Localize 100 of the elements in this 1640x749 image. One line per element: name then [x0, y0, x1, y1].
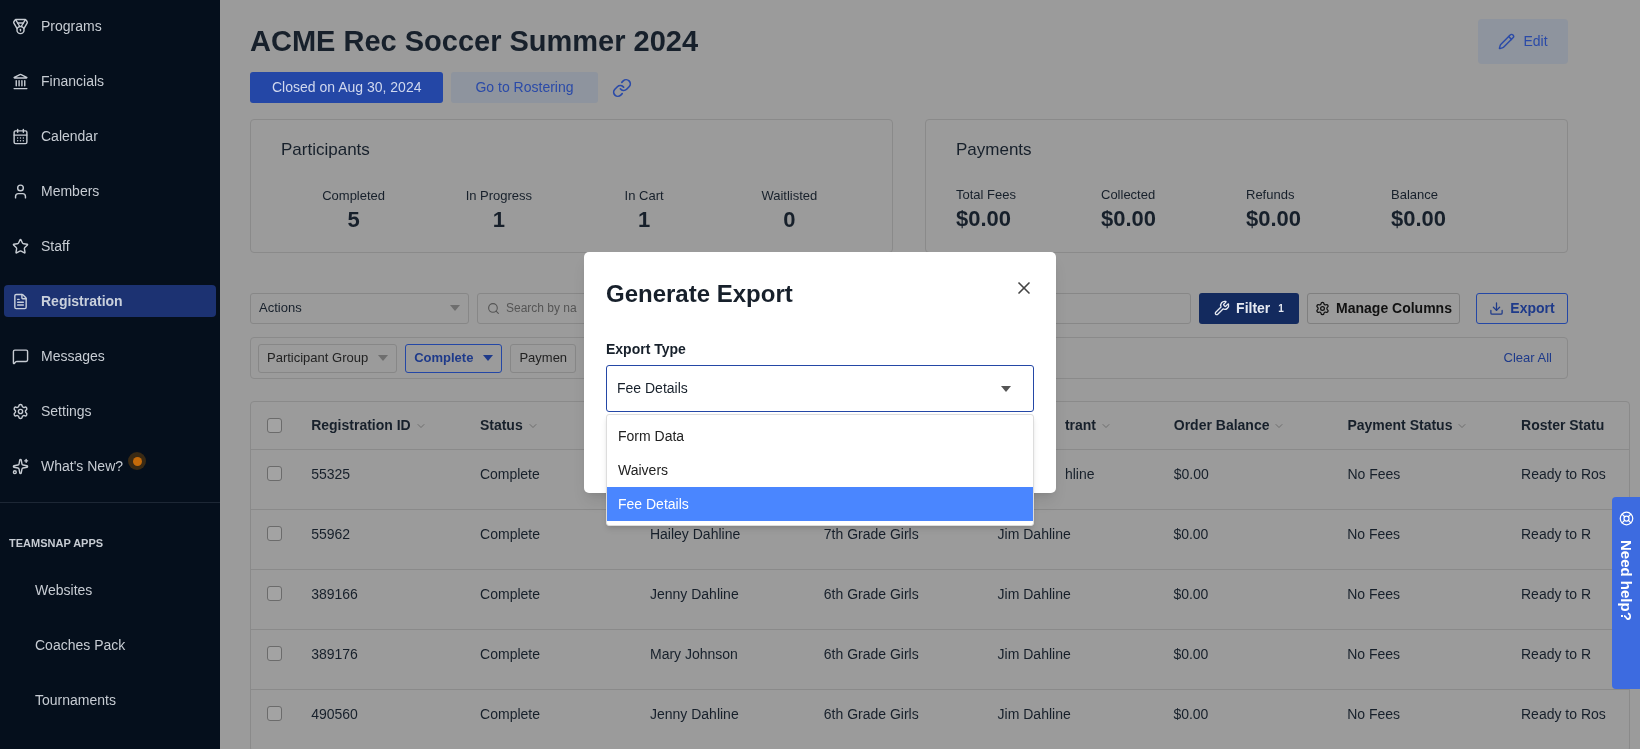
dropdown-option[interactable]: Fee Details: [607, 487, 1033, 521]
manage-columns-button[interactable]: Manage Columns: [1307, 292, 1460, 324]
stat-label: In Progress: [465, 186, 533, 205]
stat-value: $0.00: [1391, 205, 1447, 233]
column-header[interactable]: Registration ID: [311, 415, 411, 436]
checkbox[interactable]: [267, 418, 282, 433]
stat-value: 1: [638, 206, 651, 234]
table-cell: No Fees: [1347, 706, 1401, 722]
table-cell: 389176: [311, 646, 358, 662]
sidebar-item[interactable]: Programs: [4, 10, 216, 42]
table-cell: Complete: [480, 706, 540, 722]
search-icon: [487, 301, 500, 315]
sidebar-item[interactable]: Staff: [4, 230, 216, 262]
download-icon: [1489, 300, 1505, 316]
sidebar-item[interactable]: What's New?: [4, 450, 216, 482]
table-cell: No Fees: [1347, 586, 1401, 602]
stat-value: $0.00: [1246, 205, 1302, 233]
stat-value: $0.00: [956, 205, 1012, 233]
dropdown-option[interactable]: Form Data: [607, 419, 1033, 453]
sidebar-item[interactable]: Coaches Pack: [35, 629, 211, 662]
table-cell: Ready to Ros: [1521, 466, 1606, 482]
field-label: Export Type: [606, 340, 687, 359]
table-cell: Ready to R: [1521, 646, 1592, 662]
column-header[interactable]: Payment Status: [1347, 415, 1453, 436]
table-cell: 6th Grade Girls: [823, 646, 919, 662]
table-cell: Jim Dahline: [997, 526, 1071, 542]
page-title: ACME Rec Soccer Summer 2024: [250, 24, 699, 59]
filter-button[interactable]: Filter 1: [1199, 292, 1299, 324]
sidebar-item[interactable]: Messages: [4, 340, 216, 372]
export-type-select[interactable]: Fee Details: [606, 365, 1034, 412]
table-cell: No Fees: [1347, 466, 1401, 482]
stat-label: In Cart: [624, 186, 664, 205]
table-cell: Jenny Dahline: [649, 706, 739, 722]
stat-label: Completed: [322, 186, 386, 205]
sidebar-item[interactable]: Tournaments: [35, 684, 211, 717]
table-cell: $0.00: [1173, 526, 1209, 542]
table-cell: 389166: [311, 586, 358, 602]
checkbox[interactable]: [267, 526, 282, 541]
table-cell: Complete: [479, 466, 540, 482]
table-cell: Hailey Dahline: [649, 526, 741, 542]
table-cell: Ready to Ros: [1521, 706, 1606, 722]
column-header[interactable]: trant: [1064, 415, 1096, 436]
filter-chip[interactable]: Complete: [405, 343, 503, 373]
stat-value: $0.00: [1101, 205, 1157, 233]
stat-value: 0: [783, 206, 796, 234]
bank-icon: [12, 72, 29, 90]
card-title: Payments: [956, 139, 1033, 161]
caret-icon: [1001, 385, 1011, 392]
sparkles-icon: [12, 457, 29, 475]
table-cell: No Fees: [1347, 526, 1401, 542]
stat-label: Collected: [1101, 185, 1156, 204]
table-cell: Jim Dahline: [997, 646, 1071, 662]
sidebar-item[interactable]: Websites: [35, 574, 211, 607]
table-cell: hline: [1064, 466, 1095, 482]
sidebar-item[interactable]: Registration: [4, 285, 216, 317]
table-cell: $0.00: [1173, 706, 1209, 722]
sidebar-item[interactable]: Calendar: [4, 120, 216, 152]
column-header[interactable]: Order Balance: [1173, 415, 1270, 436]
stat-value: 5: [347, 206, 360, 234]
filter-chip[interactable]: Participant Group: [258, 343, 398, 373]
sidebar-item[interactable]: Members: [4, 175, 216, 207]
table-cell: $0.00: [1173, 586, 1209, 602]
table-cell: Mary Johnson: [649, 646, 738, 662]
stat-label: Waitlisted: [761, 186, 818, 205]
checkbox[interactable]: [267, 706, 282, 721]
clear-all-link[interactable]: Clear All: [1503, 348, 1552, 368]
table-cell: Jim Dahline: [997, 706, 1071, 722]
checkbox[interactable]: [267, 646, 282, 661]
chat-icon: [12, 347, 29, 365]
status-button[interactable]: Closed on Aug 30, 2024: [250, 72, 444, 103]
checkbox[interactable]: [267, 586, 282, 601]
table-cell: Complete: [480, 526, 540, 542]
sidebar-item[interactable]: Settings: [4, 395, 216, 427]
actions-select[interactable]: Actions: [250, 292, 469, 324]
filter-count: 1: [1278, 301, 1284, 316]
calendar-icon: [12, 127, 29, 145]
column-header[interactable]: Status: [479, 415, 523, 436]
dropdown-option[interactable]: Waivers: [607, 453, 1033, 487]
table-cell: 6th Grade Girls: [823, 586, 919, 602]
table-cell: Complete: [480, 586, 540, 602]
filter-chip[interactable]: Paymen: [510, 343, 577, 373]
document-icon: [12, 292, 29, 310]
checkbox[interactable]: [267, 466, 282, 481]
link-icon[interactable]: [611, 77, 632, 98]
lifebuoy-icon: [1618, 511, 1634, 526]
table-cell: $0.00: [1173, 466, 1209, 482]
card-title: Participants: [281, 139, 371, 161]
caret-icon: [450, 305, 460, 311]
sidebar-item[interactable]: Financials: [4, 65, 216, 97]
table-cell: 55325: [311, 466, 351, 482]
stat-value: 1: [492, 206, 505, 234]
export-button[interactable]: Export: [1476, 292, 1568, 324]
pencil-icon: [1498, 33, 1516, 50]
star-icon: [12, 237, 29, 255]
settings-icon: [1315, 300, 1331, 316]
settings-icon: [12, 402, 29, 420]
section-heading: TEAMSNAP APPS: [9, 536, 105, 551]
column-header[interactable]: Roster Statu: [1521, 415, 1605, 436]
help-tab[interactable]: Need help?: [1612, 497, 1640, 689]
table-cell: Jenny Dahline: [649, 586, 739, 602]
